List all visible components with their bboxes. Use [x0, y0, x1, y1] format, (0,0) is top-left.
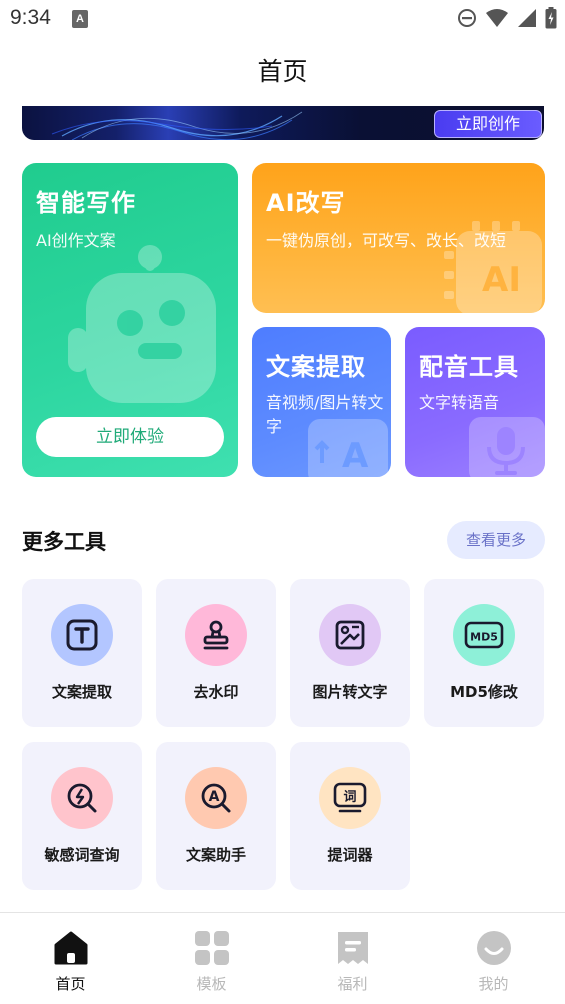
- signal-icon: [518, 9, 536, 27]
- microphone-icon: [469, 417, 545, 477]
- tool-label: 去水印: [193, 683, 239, 701]
- image-text-icon: [335, 620, 365, 650]
- dubbing-subtitle: 文字转语音: [419, 393, 500, 412]
- tool-label: 文案助手: [185, 846, 246, 864]
- view-more-button[interactable]: 查看更多: [447, 521, 545, 559]
- tool-icon-bg: 词: [319, 767, 381, 829]
- tool-icon-bg: [51, 767, 113, 829]
- tool-teleprompter[interactable]: 词 提词器: [290, 742, 410, 890]
- svg-text:MD5: MD5: [470, 631, 498, 644]
- wifi-icon: [486, 9, 508, 27]
- dubbing-title: 配音工具: [419, 353, 519, 381]
- try-now-button[interactable]: 立即体验: [36, 417, 224, 457]
- tab-label: 首页: [55, 975, 86, 993]
- smart-writing-subtitle: AI创作文案: [36, 231, 116, 250]
- welfare-receipt-icon: [338, 932, 368, 964]
- tab-profile[interactable]: 我的: [423, 913, 564, 1004]
- teleprompter-icon: 词: [333, 782, 367, 813]
- svg-text:词: 词: [343, 790, 356, 805]
- more-tools-title: 更多工具: [22, 530, 106, 554]
- status-time: 9:34: [10, 6, 51, 29]
- dubbing-card[interactable]: 配音工具 文字转语音: [405, 327, 545, 477]
- tool-label: 文案提取: [51, 683, 112, 701]
- home-icon: [54, 931, 88, 965]
- bottom-tab-bar: 首页 模板 福利 我的: [0, 912, 565, 1004]
- page-title: 首页: [257, 57, 308, 86]
- tool-md5-modify[interactable]: MD5 MD5修改: [424, 579, 544, 727]
- tool-label: MD5修改: [450, 683, 518, 701]
- tab-label: 我的: [478, 975, 509, 993]
- tab-home[interactable]: 首页: [0, 913, 141, 1004]
- md5-icon: MD5: [464, 621, 504, 649]
- template-grid-icon: [195, 931, 229, 965]
- tool-text-extract[interactable]: 文案提取: [22, 579, 142, 727]
- smart-writing-title: 智能写作: [36, 189, 136, 217]
- tool-label: 图片转文字: [312, 683, 388, 701]
- notification-a-icon: A: [72, 10, 88, 28]
- status-icons: [457, 7, 557, 29]
- promo-banner[interactable]: 立即创作: [22, 106, 544, 140]
- tool-icon-bg: [319, 604, 381, 666]
- profile-smile-icon: [477, 931, 511, 965]
- sensitive-search-icon: [67, 783, 97, 813]
- text-t-icon: [66, 619, 98, 651]
- tool-image-to-text[interactable]: 图片转文字: [290, 579, 410, 727]
- battery-icon: [545, 7, 557, 29]
- text-extract-subtitle: 音视频/图片转文字: [266, 393, 384, 436]
- text-extract-title: 文案提取: [266, 353, 366, 381]
- create-now-button[interactable]: 立即创作: [434, 110, 542, 138]
- tool-icon-bg: [51, 604, 113, 666]
- svg-text:AI: AI: [482, 260, 521, 300]
- tool-icon-bg: MD5: [453, 604, 515, 666]
- smart-writing-card[interactable]: 智能写作 AI创作文案 立即体验: [22, 163, 238, 477]
- tool-icon-bg: A: [185, 767, 247, 829]
- tool-remove-watermark[interactable]: 去水印: [156, 579, 276, 727]
- status-bar: 9:34 A: [0, 0, 565, 38]
- tab-label: 福利: [337, 975, 368, 993]
- tool-label: 敏感词查询: [44, 846, 120, 864]
- tab-templates[interactable]: 模板: [141, 913, 282, 1004]
- tool-sensitive-word-check[interactable]: 敏感词查询: [22, 742, 142, 890]
- tool-icon-bg: [185, 604, 247, 666]
- ai-rewrite-title: AI改写: [266, 189, 346, 217]
- ai-rewrite-card[interactable]: AI AI改写 一键伪原创，可改写、改长、改短: [252, 163, 545, 313]
- svg-text:A: A: [209, 789, 220, 805]
- stamp-icon: [203, 620, 229, 650]
- tab-label: 模板: [196, 975, 227, 993]
- tool-copy-assistant[interactable]: A 文案助手: [156, 742, 276, 890]
- do-not-disturb-icon: [458, 9, 476, 27]
- text-extract-card[interactable]: A 文案提取 音视频/图片转文字: [252, 327, 391, 477]
- svg-text:A: A: [342, 436, 369, 476]
- assistant-search-icon: A: [201, 783, 231, 813]
- tool-label: 提词器: [327, 846, 373, 864]
- tab-welfare[interactable]: 福利: [282, 913, 423, 1004]
- ai-rewrite-subtitle: 一键伪原创，可改写、改长、改短: [266, 231, 507, 250]
